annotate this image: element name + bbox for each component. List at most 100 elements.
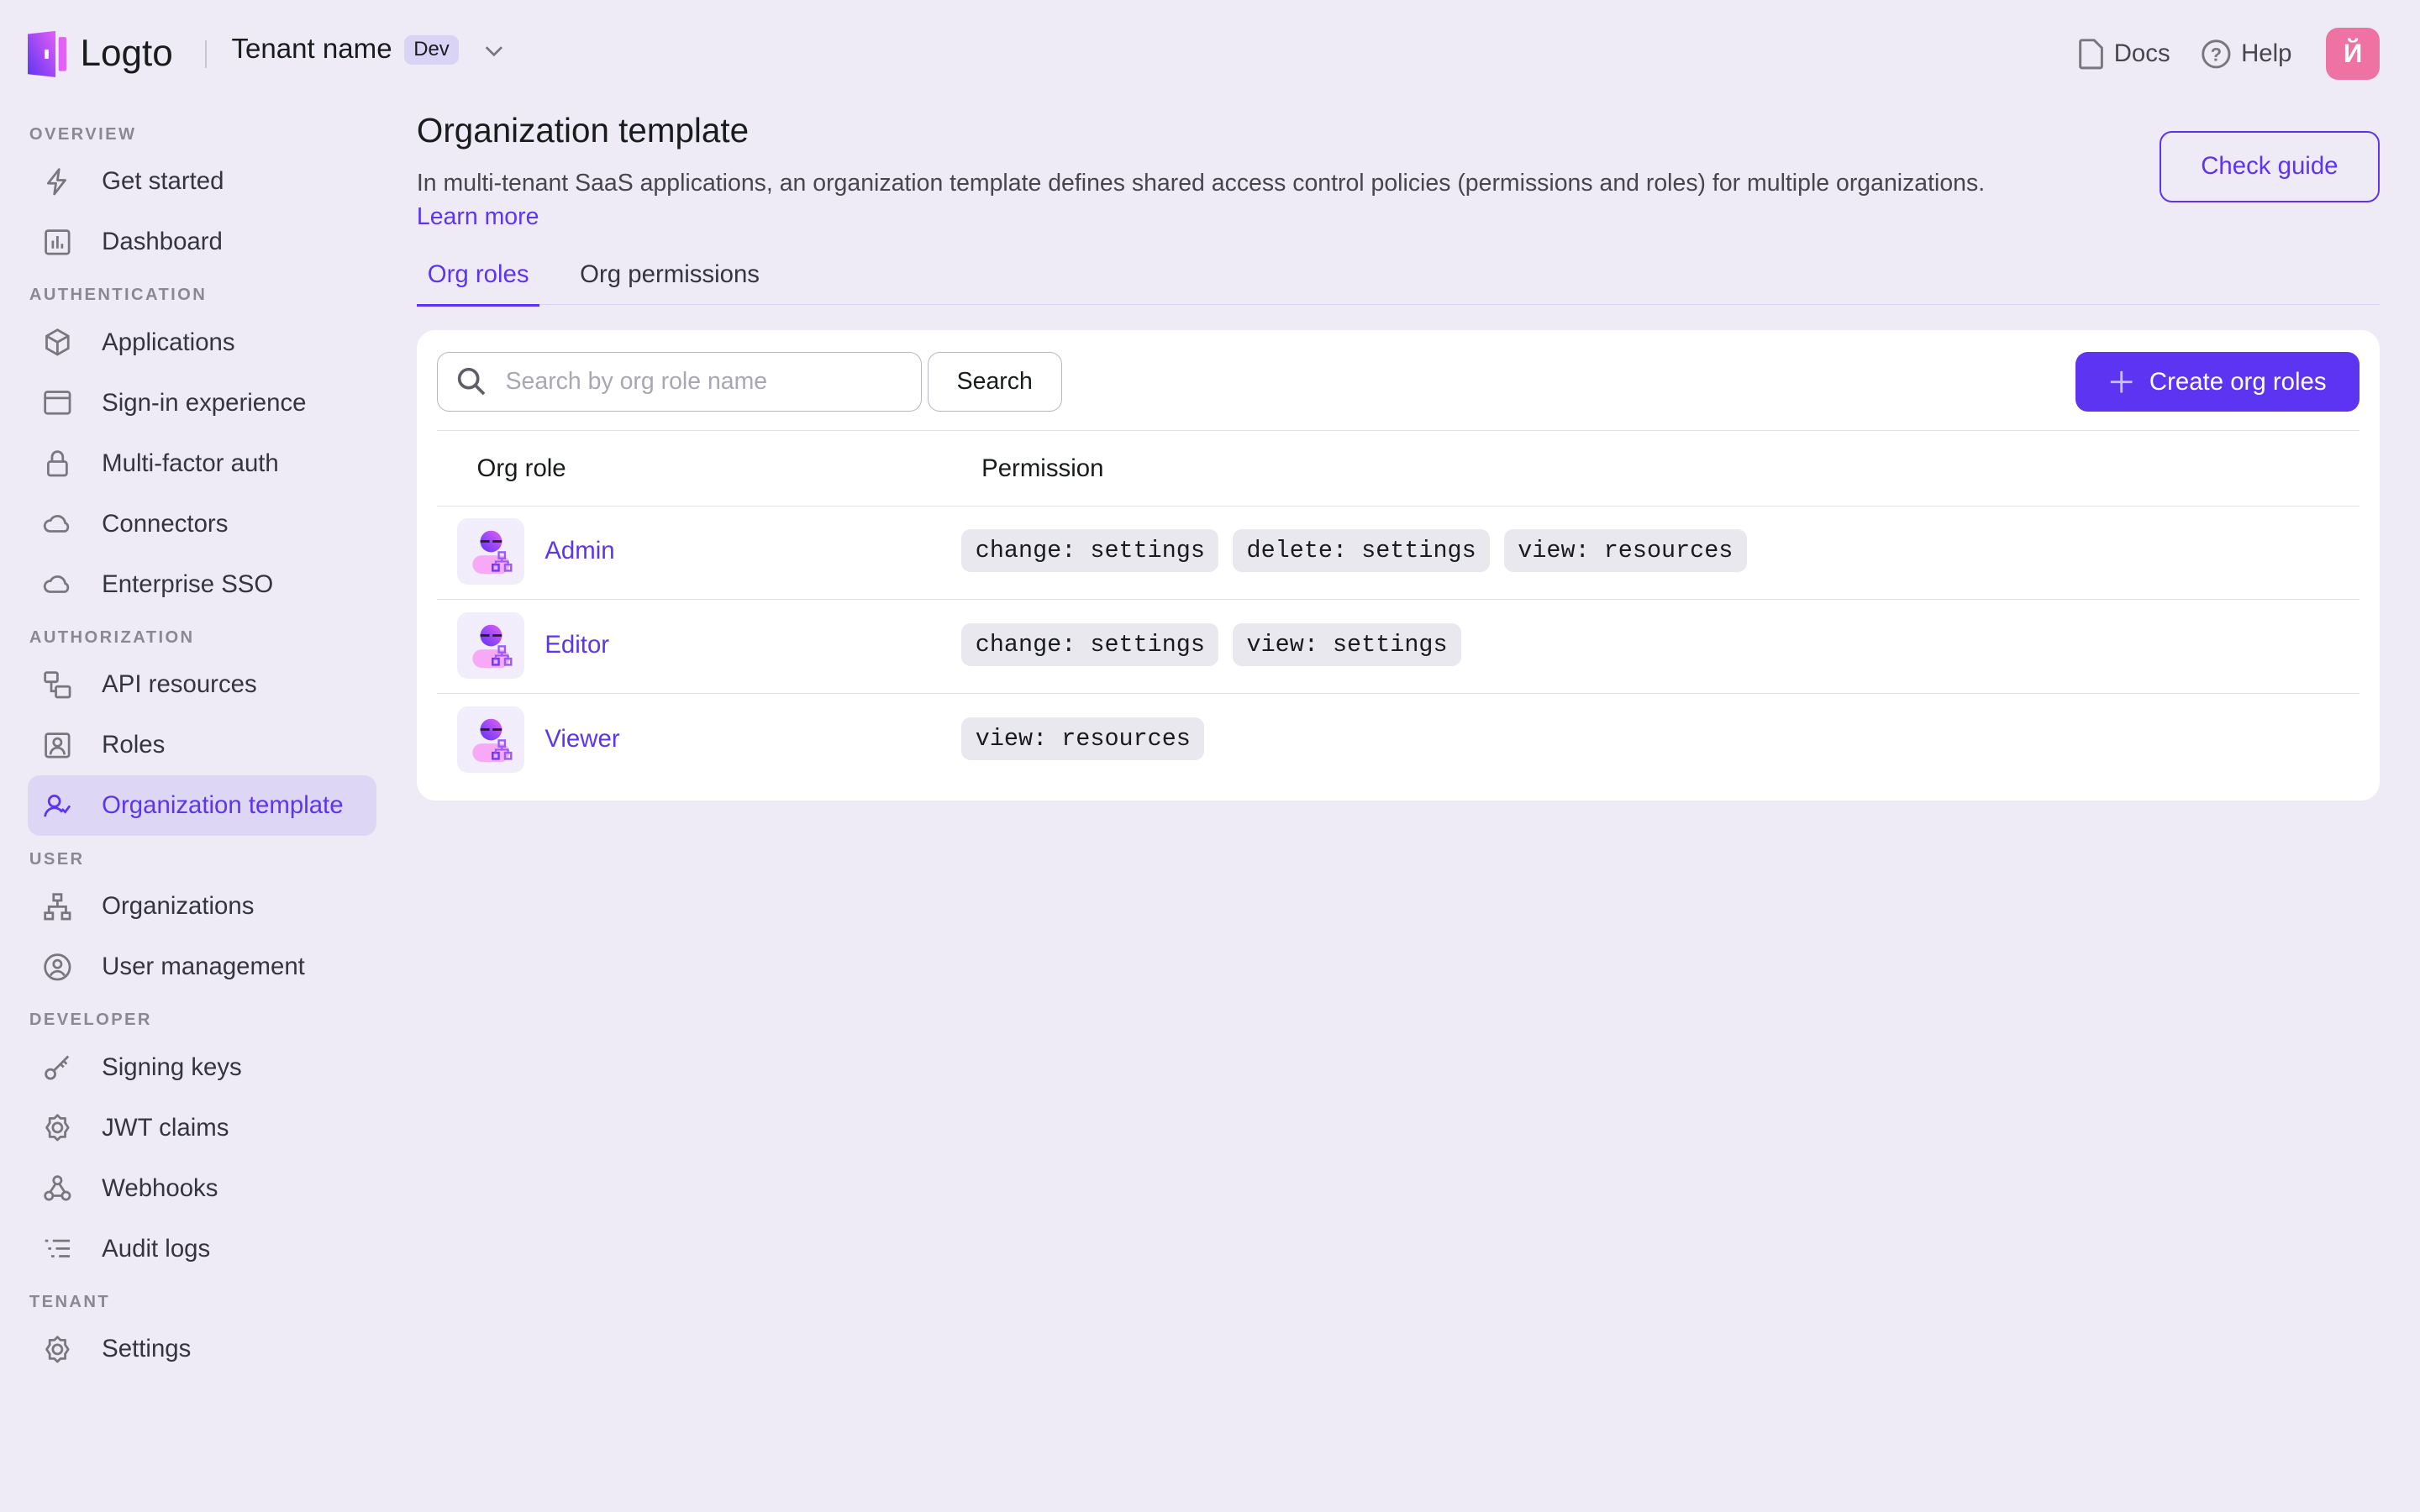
key-icon (44, 1055, 69, 1080)
help-icon: ? (2202, 39, 2231, 69)
page-title: Organization template (416, 111, 750, 150)
tenant-badge: Dev (404, 34, 459, 66)
sidebar-item-enterprise-sso[interactable]: Enterprise SSO (28, 554, 376, 615)
sidebar-item-sign-in-experience[interactable]: Sign-in experience (28, 373, 376, 433)
bolt-icon (46, 167, 66, 196)
sidebar-item-label: Signing keys (102, 1053, 242, 1081)
sidebar-item-label: Dashboard (102, 227, 223, 255)
user-circle-icon (43, 953, 71, 981)
org-roles-card: Search Create org roles Org role Permiss… (416, 330, 2381, 801)
permission-tag: change: settings (961, 528, 1219, 573)
top-bar: Logto Tenant name Dev Docs ? Help Й (0, 0, 2420, 105)
sidebar: OVERVIEW Get started Dashboard AUTHENTICATI… (28, 111, 377, 1379)
webhook-icon (43, 1175, 71, 1201)
search-icon (457, 368, 486, 396)
lock-icon (46, 450, 68, 477)
sidebar-item-label: Audit logs (102, 1234, 211, 1263)
logo-text: Logto (80, 33, 173, 75)
tenant-selector[interactable]: Tenant name Dev (232, 34, 505, 66)
sidebar-section-title: DEVELOPER (29, 1011, 152, 1030)
sidebar-item-organizations[interactable]: Organizations (28, 876, 376, 937)
sidebar-section-title: AUTHORIZATION (29, 627, 195, 647)
sidebar-item-label: Applications (102, 328, 235, 356)
divider (205, 39, 208, 68)
permission-list: view: resources (961, 717, 1205, 761)
logo[interactable]: Logto (28, 29, 173, 79)
column-permission: Permission (981, 454, 1104, 482)
tab-org-permissions[interactable]: Org permissions (569, 247, 771, 304)
api-icon (43, 671, 71, 699)
sidebar-item-roles[interactable]: Roles (28, 715, 376, 775)
gear-icon (45, 1336, 70, 1363)
help-link[interactable]: ? Help (2201, 39, 2292, 70)
chevron-down-icon (485, 45, 503, 56)
sidebar-item-label: Sign-in experience (102, 388, 307, 417)
sidebar-item-user-management[interactable]: User management (28, 937, 376, 997)
sidebar-item-multi-factor-auth[interactable]: Multi-factor auth (28, 433, 376, 494)
tenant-name: Tenant name (231, 34, 392, 66)
window-icon (43, 391, 71, 415)
sidebar-section-title: TENANT (29, 1293, 111, 1312)
search-input[interactable] (502, 366, 895, 397)
org-role-icon (456, 518, 525, 585)
org-role-name-link[interactable]: Viewer (544, 725, 619, 753)
sidebar-section-title: OVERVIEW (29, 124, 137, 144)
sidebar-item-label: Organizations (102, 892, 255, 921)
create-org-roles-button[interactable]: Create org roles (2075, 351, 2360, 412)
tab-org-roles[interactable]: Org roles (416, 247, 540, 307)
table-header: Org role Permission (436, 430, 2360, 507)
search-field[interactable] (436, 351, 922, 412)
sidebar-item-audit-logs[interactable]: Audit logs (28, 1219, 376, 1279)
permission-tag: view: resources (1503, 528, 1747, 573)
cloud-icon (43, 575, 69, 594)
role-icon (44, 732, 71, 759)
document-icon (2078, 39, 2103, 70)
permission-list: change: settings view: settings (961, 623, 1462, 667)
box-icon (45, 328, 70, 356)
learn-more-link[interactable]: Learn more (417, 203, 539, 230)
search-button[interactable]: Search (927, 351, 1062, 412)
sidebar-item-applications[interactable]: Applications (28, 312, 376, 373)
user-avatar[interactable]: Й (2325, 28, 2381, 81)
org-role-name-link[interactable]: Admin (544, 537, 614, 565)
sidebar-section-title: USER (29, 849, 85, 869)
cloud-icon (43, 515, 69, 533)
main-content: Organization template In multi-tenant Sa… (416, 111, 2381, 307)
create-org-roles-label: Create org roles (2149, 367, 2327, 396)
sidebar-item-jwt-claims[interactable]: JWT claims (28, 1098, 376, 1158)
sidebar-item-label: Enterprise SSO (102, 570, 274, 598)
user-check-icon (43, 795, 71, 817)
sidebar-item-organization-template[interactable]: Organization template (28, 775, 377, 837)
permission-list: change: settings delete: settings view: re… (961, 528, 1747, 573)
svg-text:?: ? (2211, 45, 2222, 66)
table-row[interactable]: Admin change: settings delete: settings vie… (436, 505, 2360, 600)
sidebar-item-label: Connectors (102, 509, 229, 538)
sidebar-item-label: Settings (102, 1335, 192, 1363)
sidebar-item-settings[interactable]: Settings (28, 1319, 376, 1379)
table-row[interactable]: Viewer view: resources (437, 693, 2360, 787)
docs-link[interactable]: Docs (2077, 39, 2170, 70)
sidebar-item-dashboard[interactable]: Dashboard (28, 212, 376, 272)
sidebar-section-title: AUTHENTICATION (29, 286, 208, 305)
org-role-icon (456, 612, 525, 680)
sidebar-item-connectors[interactable]: Connectors (28, 494, 376, 554)
sidebar-item-label: Webhooks (102, 1173, 218, 1202)
page-description: In multi-tenant SaaS applications, an or… (416, 169, 1986, 197)
help-label: Help (2241, 39, 2292, 68)
chart-icon (44, 228, 71, 255)
sidebar-item-label: Organization template (102, 791, 344, 820)
sidebar-item-get-started[interactable]: Get started (28, 151, 376, 212)
permission-tag: change: settings (961, 623, 1219, 667)
sidebar-item-label: Multi-factor auth (102, 449, 279, 477)
column-org-role: Org role (476, 454, 566, 482)
org-icon (43, 892, 71, 921)
sidebar-item-api-resources[interactable]: API resources (28, 654, 376, 715)
permission-tag: delete: settings (1233, 528, 1491, 573)
gear-icon (45, 1114, 70, 1142)
org-role-name-link[interactable]: Editor (544, 631, 609, 659)
sidebar-item-signing-keys[interactable]: Signing keys (28, 1037, 376, 1098)
sidebar-item-webhooks[interactable]: Webhooks (28, 1158, 376, 1219)
sidebar-item-label: JWT claims (102, 1113, 229, 1142)
table-row[interactable]: Editor change: settings view: settings (436, 599, 2360, 694)
check-guide-button[interactable]: Check guide (2159, 131, 2381, 202)
